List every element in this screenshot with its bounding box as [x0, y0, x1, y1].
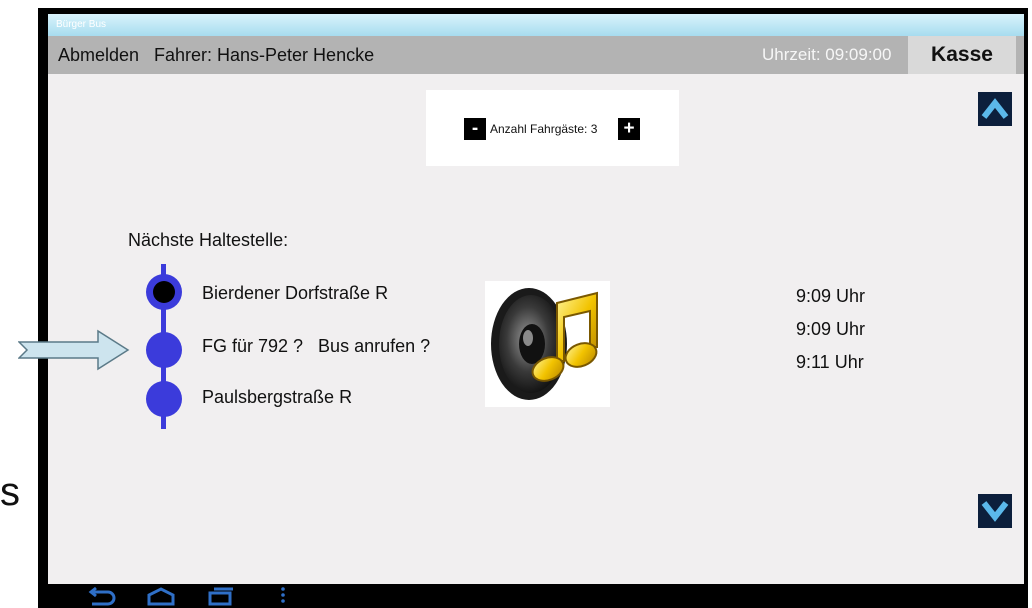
stop-time: 9:11 Uhr [796, 352, 864, 372]
driver-label: Fahrer: Hans-Peter Hencke [154, 45, 375, 65]
speaker-music-icon [491, 288, 598, 400]
stop-time: 9:09 Uhr [796, 319, 866, 339]
home-icon[interactable] [146, 586, 176, 606]
decrease-passengers-button[interactable]: - [464, 118, 486, 140]
chevron-up-icon [981, 98, 1009, 119]
next-stop-heading: Nächste Haltestelle: [128, 230, 289, 250]
increase-passengers-button[interactable]: + [618, 118, 640, 140]
kasse-button[interactable]: Kasse [908, 36, 1016, 74]
stop-marker [146, 332, 182, 368]
edge-text: s [0, 470, 20, 514]
clock-label: Uhrzeit: 09:09:00 [762, 45, 892, 64]
speaker-button[interactable] [485, 281, 610, 407]
recent-apps-icon[interactable] [206, 586, 236, 606]
window-titlebar: Bürger Bus [48, 14, 1024, 36]
window-title: Bürger Bus [56, 19, 107, 30]
passenger-count-label: Anzahl Fahrgäste: 3 [490, 122, 598, 136]
arrow-right-icon [18, 329, 130, 371]
stop-name[interactable]: FG für 792 ? Bus anrufen ? [202, 336, 430, 357]
header-bar: Abmelden Fahrer: Hans-Peter Hencke Uhrze… [48, 36, 1024, 74]
scroll-up-button[interactable] [978, 92, 1012, 126]
system-navigation-bar [48, 584, 1024, 608]
back-icon[interactable] [84, 586, 118, 606]
scroll-down-button[interactable] [978, 494, 1012, 528]
logout-button[interactable]: Abmelden [58, 36, 139, 74]
stop-marker-current [146, 274, 182, 310]
stop-time: 9:09 Uhr [796, 286, 866, 306]
stop-marker [146, 381, 182, 417]
chevron-down-icon [981, 501, 1009, 522]
stop-name: Bierdener Dorfstraße R [202, 283, 389, 303]
stop-name: Paulsbergstraße R [202, 387, 353, 407]
menu-icon[interactable] [278, 586, 288, 606]
passenger-counter: - Anzahl Fahrgäste: 3 + [426, 90, 679, 166]
app-screen: Abmelden Fahrer: Hans-Peter Hencke Uhrze… [48, 36, 1024, 584]
